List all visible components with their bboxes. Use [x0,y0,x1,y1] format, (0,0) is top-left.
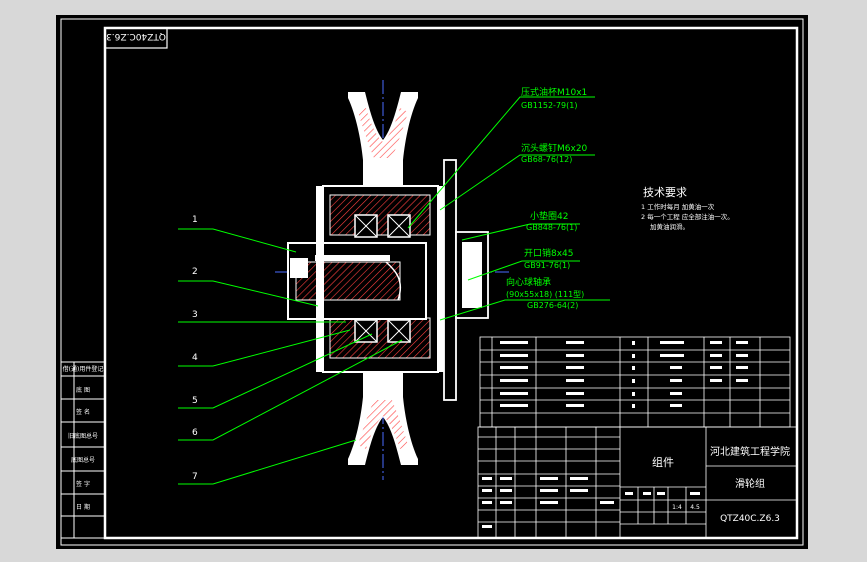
callout-bearing-std: GB276-64(2) [527,301,578,310]
callout-pin-std: GB91-76(1) [524,261,570,270]
part-number-5: 5 [192,396,198,406]
part-number-4: 4 [192,353,198,363]
title-organization: 河北建筑工程学院 [710,445,790,458]
strip-label-2: 签 名 [76,408,90,416]
strip-label-3: 旧底图总号 [68,432,98,440]
tech-req-item-3: 加黄油润滑。 [650,222,689,231]
callout-washer-std: GB848-76(1) [526,223,577,232]
callout-oil-cup-std: GB1152-79(1) [521,101,577,110]
part-number-6: 6 [192,428,198,438]
cad-viewport[interactable]: { "drawing": { "rotated_code": "QTZ40C.Z… [0,0,867,562]
side-plate [443,159,457,401]
hub-upper-hatch [329,194,431,236]
strip-label-0: 借(通)用件登记 [63,365,104,373]
tech-req-item-1: 1 工作时每月 加黄油一次 [641,202,715,211]
strip-label-5: 签 字 [76,480,90,488]
callout-oil-cup-name: 压式油杯M10x1 [521,86,587,98]
callout-washer-name: 小垫圈42 [530,210,568,222]
callout-bearing-spec: (90x55x18) (111型) [506,290,584,299]
title-part-name: 滑轮组 [735,477,765,490]
rotated-drawing-code: QTZ40C.Z6.3 [106,31,166,41]
callout-bearing-name: 向心球轴承 [506,276,551,288]
left-cover [316,186,324,372]
title-drawing-number: QTZ40C.Z6.3 [720,514,780,524]
part-number-7: 7 [192,472,198,482]
callout-screw-name: 沉头螺钉M6x20 [521,143,588,154]
callout-screw-std: GB68-76(12) [521,155,572,164]
part-number-3: 3 [192,310,198,320]
part-number-1: 1 [192,215,198,225]
callout-pin-name: 开口销8x45 [524,247,574,259]
title-type: 组件 [652,455,674,469]
tech-req-item-2: 2 每一个工程 应全部注油一次。 [641,212,734,221]
end-washer [462,242,482,308]
axle-end-cap [290,258,308,278]
axle-hatch [295,261,401,301]
tech-req-title: 技术要求 [643,186,687,199]
drawing-sheet: QTZ40C.Z6.3 借(通)用件登记 底 图 签 名 旧底图总号 底图总号 … [56,15,808,549]
strip-label-6: 日 期 [76,503,90,511]
strip-label-4: 底图总号 [71,456,95,464]
oil-channel [315,255,390,261]
part-number-2: 2 [192,267,198,277]
title-scale: 1:4 [672,504,682,511]
strip-label-1: 底 图 [76,386,90,394]
title-sheet: 4.5 [690,504,700,511]
